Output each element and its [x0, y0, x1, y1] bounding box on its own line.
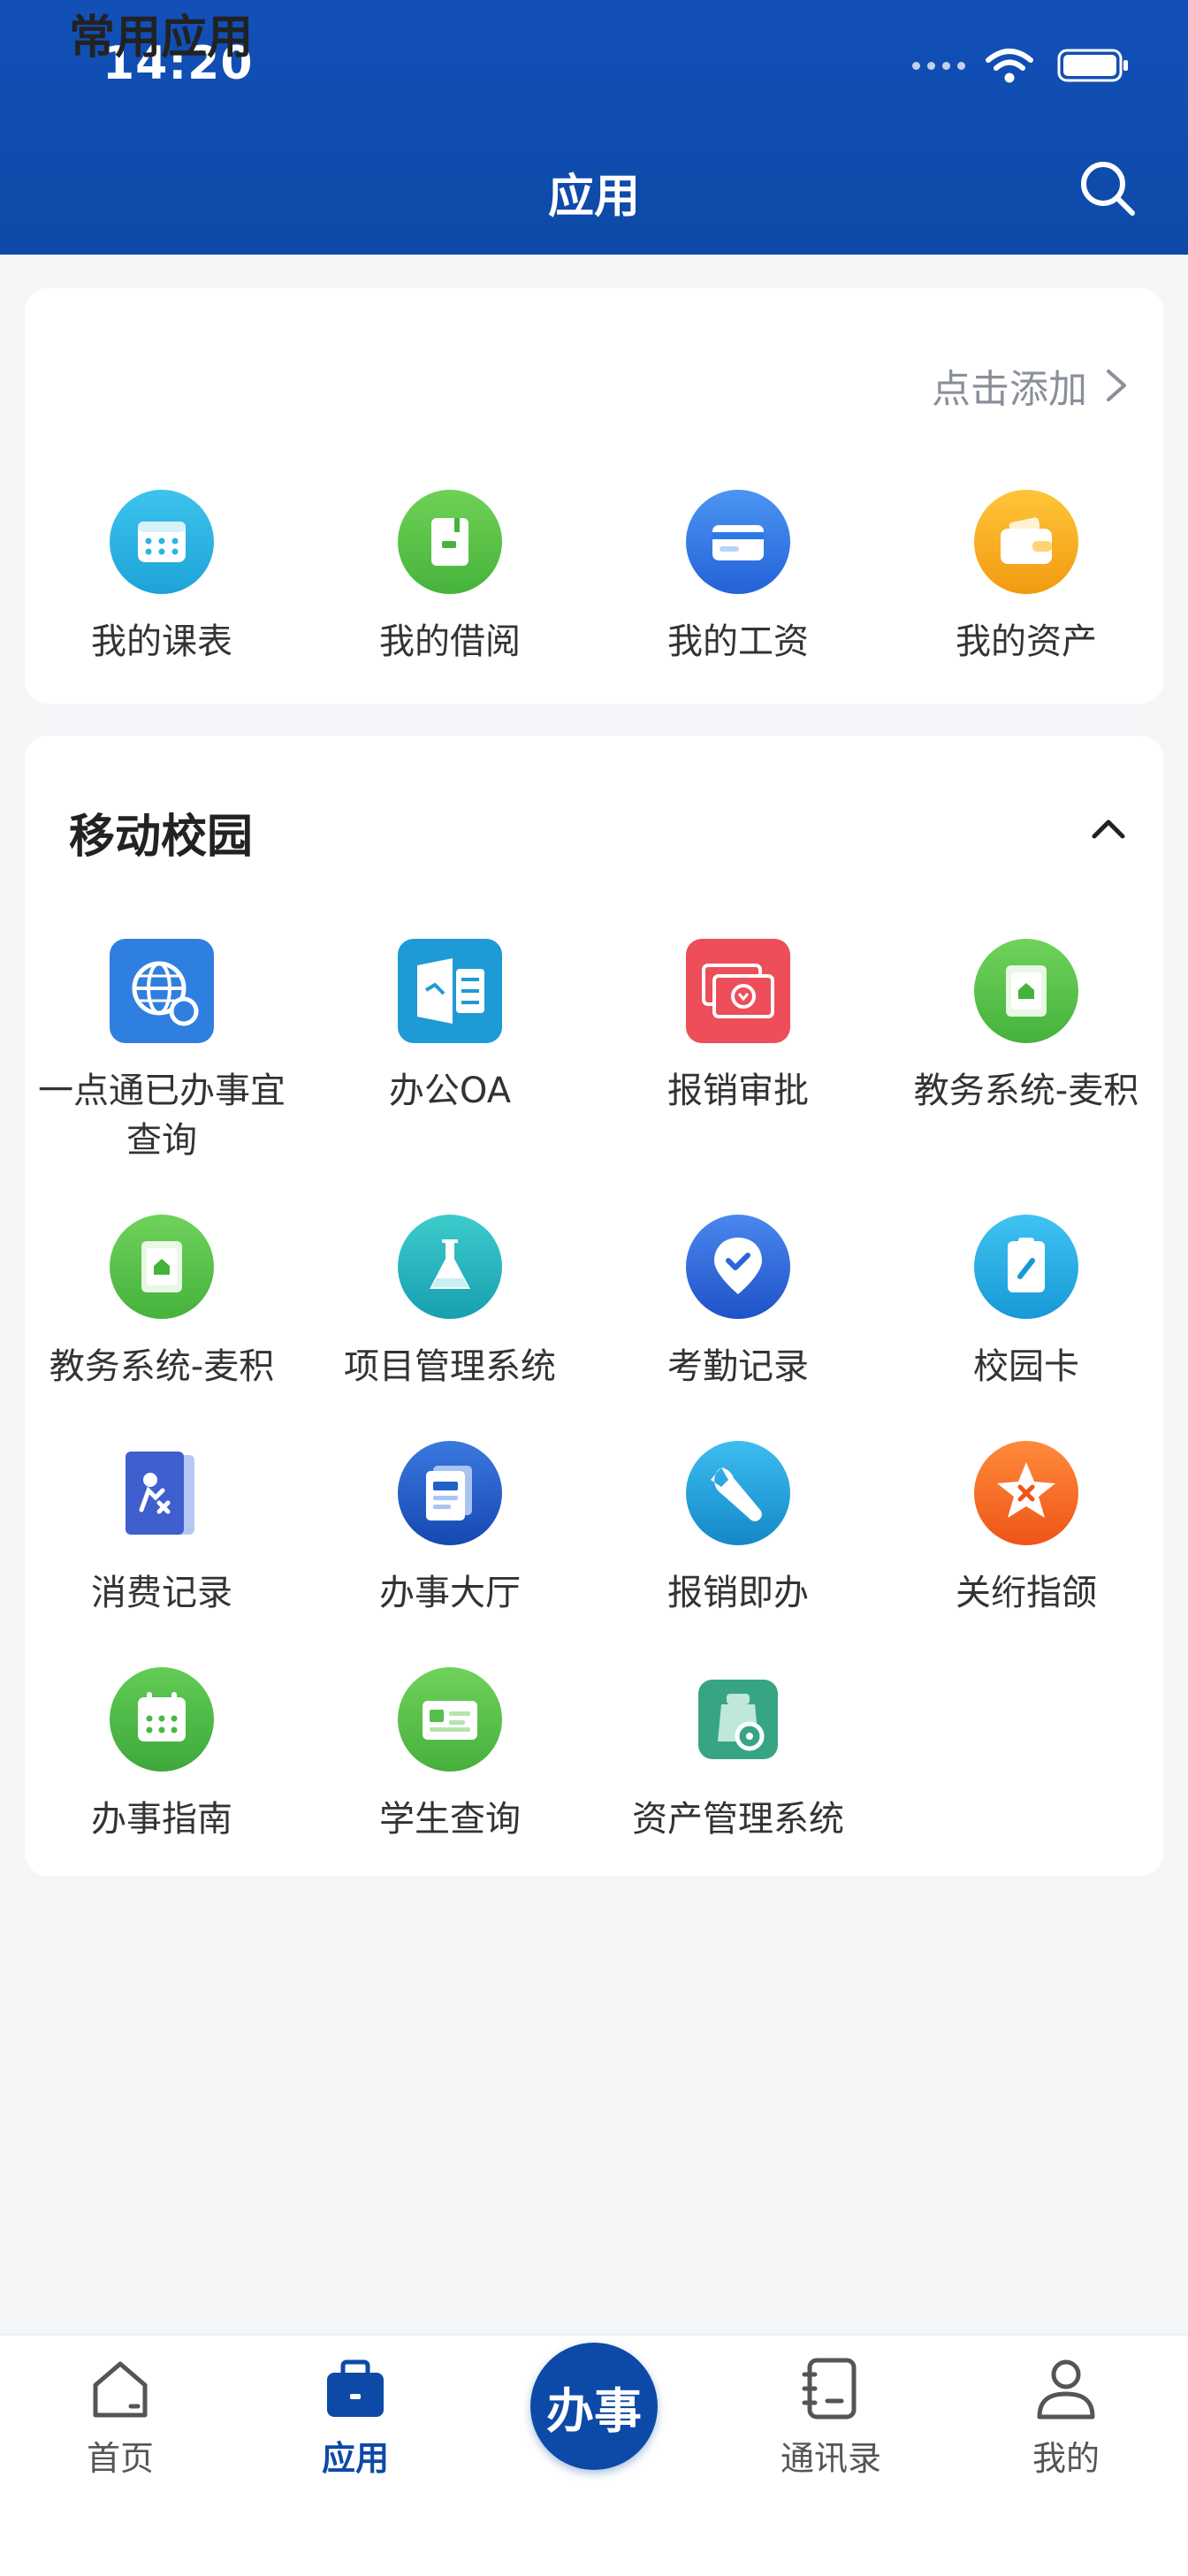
app-service-hall[interactable]: 办事大厅: [306, 1441, 594, 1618]
app-yidiantong-query[interactable]: 一点通已办事宜查询: [18, 939, 306, 1165]
money-icon: [686, 939, 790, 1043]
app-label: 学生查询: [379, 1799, 521, 1840]
contacts-icon: [802, 2358, 857, 2420]
nav-home[interactable]: 首页: [41, 2353, 200, 2480]
card-icon: [686, 490, 790, 594]
app-label: 教务系统-麦积: [49, 1346, 275, 1387]
app-label: 报销审批: [667, 1071, 809, 1111]
app-label: 关绗指颌: [956, 1573, 1097, 1613]
nav-label: 通讯录: [780, 2439, 881, 2478]
app-edu-system-maiji-2[interactable]: 教务系统-麦积: [18, 1215, 306, 1391]
add-app-label: 点击添加: [932, 367, 1087, 412]
add-app-link[interactable]: 点击添加: [932, 357, 1130, 414]
app-label: 我的借阅: [379, 621, 521, 662]
app-reimbursement-approval[interactable]: 报销审批: [594, 939, 882, 1116]
app-my-schedule[interactable]: 我的课表: [18, 490, 306, 667]
app-asset-management[interactable]: 资产管理系统: [594, 1667, 882, 1844]
book-icon: [398, 490, 502, 594]
app-edu-system-maiji[interactable]: 教务系统-麦积: [882, 939, 1170, 1116]
app-label: 一点通已办事宜查询: [38, 1071, 286, 1161]
app-office-oa[interactable]: 办公OA: [306, 939, 594, 1116]
app-student-query[interactable]: 学生查询: [306, 1667, 594, 1844]
nav-label: 我的: [1032, 2439, 1100, 2478]
globe-search-icon: [110, 939, 214, 1043]
app-my-salary[interactable]: 我的工资: [594, 490, 882, 667]
consume-record-icon: [126, 1452, 194, 1535]
nav-apps[interactable]: 应用: [276, 2353, 435, 2480]
calendar-icon: [110, 490, 214, 594]
wrench-icon: [686, 1441, 790, 1545]
wifi-icon: [986, 49, 1033, 83]
page-title: 应用: [547, 171, 640, 224]
app-label: 资产管理系统: [632, 1799, 844, 1840]
briefcase-icon: [327, 2359, 384, 2417]
app-project-management[interactable]: 项目管理系统: [306, 1215, 594, 1391]
campus-card-icon: [974, 1215, 1078, 1319]
common-apps-title: 常用应用: [69, 11, 254, 65]
status-icons: [912, 46, 1130, 85]
center-action-button[interactable]: 办事: [530, 2343, 658, 2470]
flask-icon: [398, 1215, 502, 1319]
guide-calendar-icon: [110, 1667, 214, 1772]
app-service-guide[interactable]: 办事指南: [18, 1667, 306, 1844]
app-label: 项目管理系统: [344, 1346, 556, 1387]
app-guanxun[interactable]: 关绗指颌: [882, 1441, 1170, 1618]
app-label: 我的课表: [91, 621, 232, 662]
nav-profile[interactable]: 我的: [986, 2353, 1146, 2480]
app-label: 报销即办: [667, 1573, 809, 1613]
asset-bag-icon: [698, 1680, 778, 1759]
student-card-icon: [398, 1667, 502, 1772]
home-icon: [93, 2361, 148, 2418]
app-attendance[interactable]: 考勤记录: [594, 1215, 882, 1391]
search-icon[interactable]: [1078, 159, 1137, 217]
app-label: 办事指南: [91, 1799, 232, 1840]
app-label: 考勤记录: [667, 1346, 809, 1387]
app-consumption-record[interactable]: 消费记录: [18, 1441, 306, 1618]
oa-icon: [398, 939, 502, 1043]
user-icon: [1037, 2359, 1095, 2420]
app-label: 消费记录: [91, 1573, 232, 1613]
hall-icon: [398, 1441, 502, 1545]
app-my-borrowing[interactable]: 我的借阅: [306, 490, 594, 667]
nav-label: 应用: [321, 2439, 389, 2478]
edu-icon: [110, 1215, 214, 1319]
app-label: 我的资产: [956, 621, 1097, 662]
signal-icon: [912, 61, 965, 70]
nav-contacts[interactable]: 通讯录: [751, 2353, 910, 2480]
app-label: 教务系统-麦积: [913, 1071, 1139, 1111]
edu-icon: [974, 939, 1078, 1043]
campus-apps-title: 移动校园: [69, 811, 254, 864]
app-label: 我的工资: [667, 621, 809, 662]
wallet-icon: [974, 490, 1078, 594]
app-label: 办事大厅: [379, 1573, 521, 1613]
nav-label: 首页: [86, 2439, 154, 2478]
chevron-right-icon: [1107, 370, 1126, 401]
app-my-assets[interactable]: 我的资产: [882, 490, 1170, 667]
chevron-up-icon[interactable]: [1082, 806, 1135, 850]
app-instant-reimbursement[interactable]: 报销即办: [594, 1441, 882, 1618]
location-check-icon: [686, 1215, 790, 1319]
app-label: 校园卡: [973, 1346, 1079, 1387]
star-icon: [974, 1441, 1078, 1545]
battery-icon: [1057, 49, 1128, 82]
app-label: 办公OA: [388, 1071, 512, 1111]
app-campus-card[interactable]: 校园卡: [882, 1215, 1170, 1391]
